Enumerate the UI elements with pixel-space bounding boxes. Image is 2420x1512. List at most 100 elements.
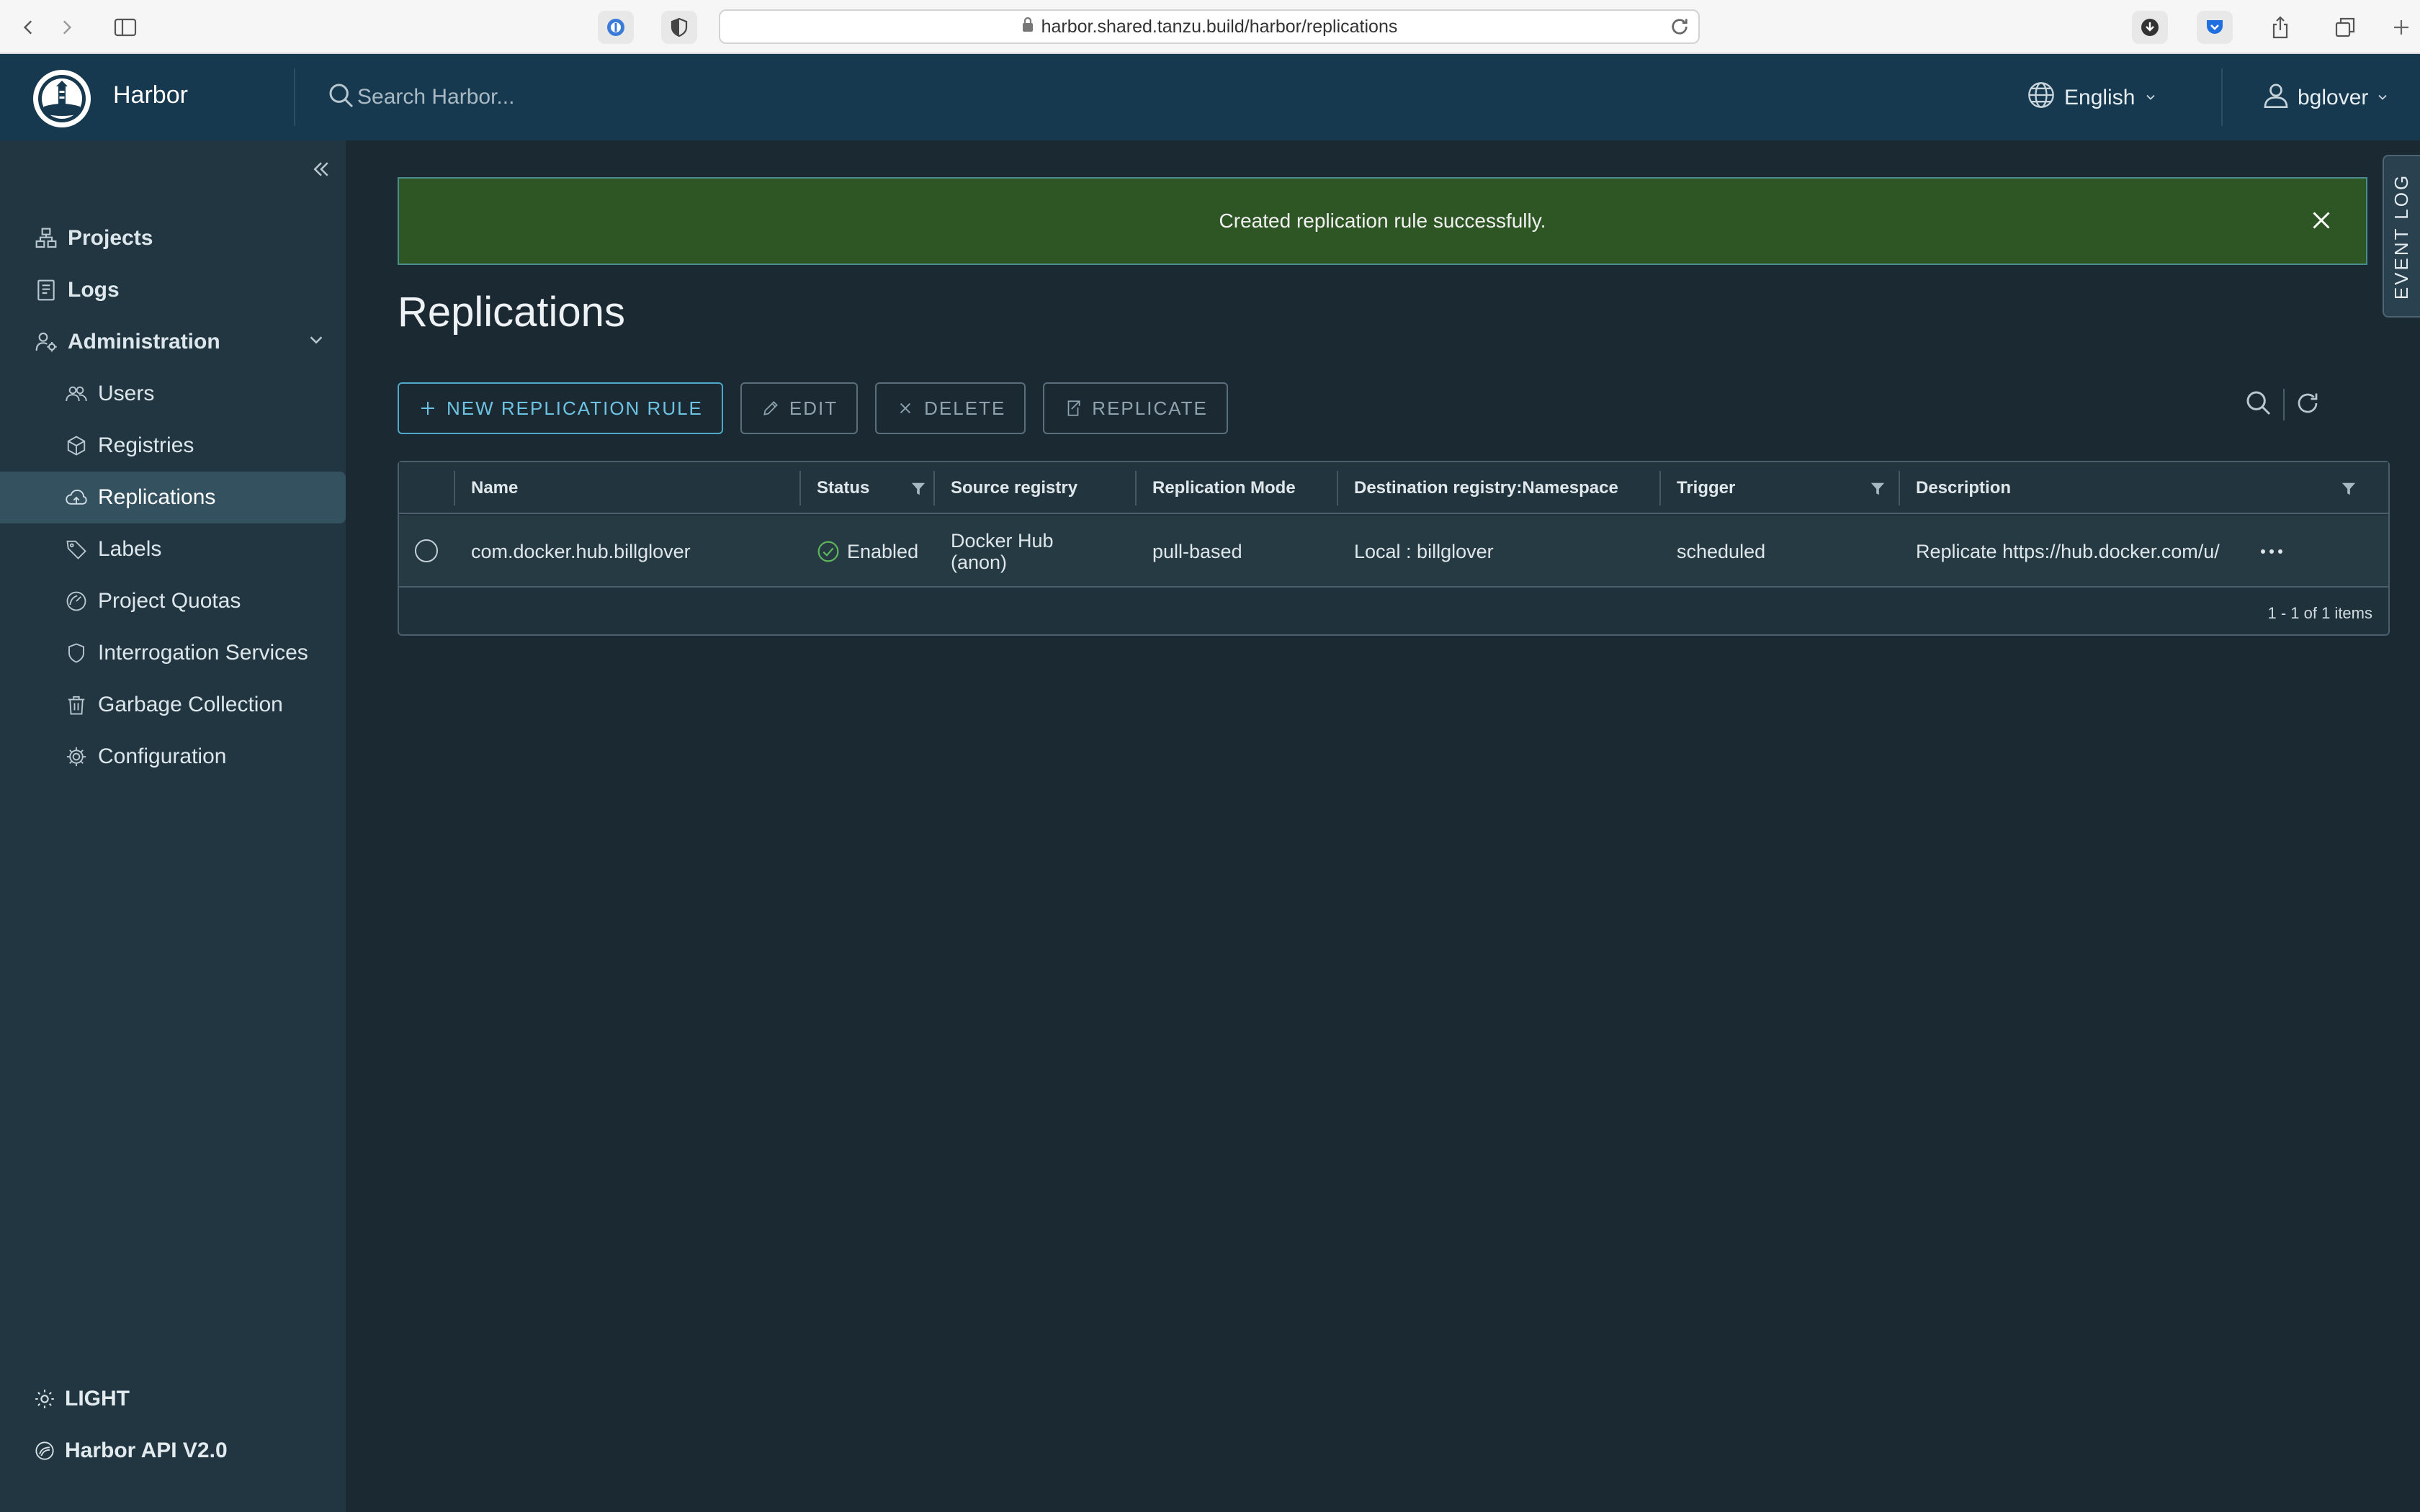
- delete-button[interactable]: DELETE: [875, 382, 1026, 434]
- sidebar-item-interrogation-services[interactable]: Interrogation Services: [0, 627, 346, 679]
- main-content: Created replication rule successfully. E…: [346, 140, 2420, 1512]
- sidebar-toggle-icon[interactable]: [111, 13, 140, 42]
- privacy-shield-icon[interactable]: [661, 11, 697, 44]
- sidebar-item-label: Garbage Collection: [98, 693, 283, 716]
- share-icon[interactable]: [2266, 13, 2295, 42]
- logs-icon: [33, 277, 59, 303]
- edit-button[interactable]: EDIT: [740, 382, 859, 434]
- sidebar-item-users[interactable]: Users: [0, 368, 346, 420]
- cell-description: Replicate https://hub.docker.com/u/: [1916, 540, 2220, 562]
- refresh-icon[interactable]: [2295, 390, 2321, 420]
- row-select-radio[interactable]: [415, 539, 438, 562]
- tabs-overview-icon[interactable]: [2331, 13, 2360, 42]
- api-label: Harbor API V2.0: [65, 1439, 228, 1462]
- page-title: Replications: [398, 289, 625, 336]
- replications-table: Name Status Source registry Replication …: [398, 461, 2390, 636]
- forward-icon[interactable]: [52, 13, 81, 42]
- new-tab-icon[interactable]: [2387, 13, 2416, 42]
- search-icon[interactable]: [2244, 389, 2273, 421]
- search-input[interactable]: [357, 80, 861, 114]
- theme-toggle[interactable]: LIGHT: [0, 1377, 346, 1421]
- sidebar-item-label: Replications: [98, 485, 216, 509]
- close-icon[interactable]: [2308, 207, 2337, 236]
- brand-name[interactable]: Harbor: [113, 81, 188, 109]
- lock-icon: [1021, 17, 1034, 37]
- password-manager-icon[interactable]: [598, 11, 634, 44]
- collapse-sidebar-icon[interactable]: [307, 155, 336, 184]
- export-icon: [1063, 398, 1083, 418]
- search-icon[interactable]: [327, 81, 359, 113]
- sidebar-item-label: Project Quotas: [98, 589, 241, 613]
- chevron-down-icon: [2375, 86, 2390, 110]
- sidebar-item-projects[interactable]: Projects: [0, 212, 346, 264]
- sidebar-item-configuration[interactable]: Configuration: [0, 731, 346, 783]
- sidebar-item-project-quotas[interactable]: Project Quotas: [0, 575, 346, 627]
- reload-icon[interactable]: [1668, 15, 1691, 43]
- url-text: harbor.shared.tanzu.build/harbor/replica…: [1041, 16, 1398, 37]
- sidebar-item-label: Logs: [68, 278, 120, 302]
- button-label: EDIT: [789, 397, 838, 419]
- sidebar-item-label: Users: [98, 382, 155, 405]
- sidebar-item-label: Registries: [98, 433, 194, 457]
- user-icon: [2262, 81, 2290, 115]
- event-log-tab[interactable]: EVENT LOG: [2383, 155, 2420, 318]
- chevron-down-icon[interactable]: [305, 329, 331, 355]
- cell-trigger: scheduled: [1677, 540, 1766, 562]
- cell-destination: Local : billglover: [1354, 540, 1494, 562]
- column-header-name[interactable]: Name: [471, 462, 518, 514]
- language-selector[interactable]: English: [2027, 81, 2158, 114]
- replications-icon: [63, 485, 89, 510]
- table-row[interactable]: com.docker.hub.billglover Enabled Docker…: [399, 516, 2388, 588]
- table-header: Name Status Source registry Replication …: [399, 462, 2388, 514]
- filter-icon[interactable]: [2341, 481, 2357, 497]
- close-icon: [895, 398, 915, 418]
- button-label: NEW REPLICATION RULE: [447, 397, 703, 419]
- button-label: DELETE: [924, 397, 1006, 419]
- column-separator: [1135, 471, 1137, 505]
- projects-icon: [33, 225, 59, 251]
- sidebar-item-labels[interactable]: Labels: [0, 523, 346, 575]
- sidebar-item-logs[interactable]: Logs: [0, 264, 346, 316]
- sidebar-item-label: Projects: [68, 226, 153, 250]
- harbor-logo-icon[interactable]: [33, 70, 91, 127]
- column-header-source-registry[interactable]: Source registry: [951, 462, 1077, 514]
- sidebar: Projects Logs Administration Users Regis…: [0, 140, 346, 1512]
- sidebar-item-label: Administration: [68, 330, 220, 354]
- column-header-replication-mode[interactable]: Replication Mode: [1152, 462, 1296, 514]
- toolbar-divider: [2283, 389, 2285, 420]
- sidebar-item-label: Configuration: [98, 744, 227, 768]
- sidebar-item-garbage-collection[interactable]: Garbage Collection: [0, 679, 346, 731]
- harbor-api-link[interactable]: Harbor API V2.0: [0, 1429, 346, 1472]
- pencil-icon: [761, 398, 781, 418]
- cell-source-registry: Docker Hub (anon): [951, 530, 1054, 573]
- address-bar[interactable]: harbor.shared.tanzu.build/harbor/replica…: [719, 9, 1700, 44]
- status-label: Enabled: [847, 540, 919, 562]
- column-header-destination[interactable]: Destination registry:Namespace: [1354, 462, 1618, 514]
- quotas-icon: [63, 588, 89, 614]
- new-replication-rule-button[interactable]: NEW REPLICATION RULE: [398, 382, 723, 434]
- cell-replication-mode: pull-based: [1152, 540, 1242, 562]
- sidebar-item-registries[interactable]: Registries: [0, 420, 346, 472]
- labels-icon: [63, 536, 89, 562]
- back-icon[interactable]: [14, 13, 43, 42]
- globe-icon: [2027, 81, 2056, 115]
- more-options-icon[interactable]: [2257, 541, 2286, 562]
- column-header-trigger[interactable]: Trigger: [1677, 462, 1735, 514]
- pocket-icon[interactable]: [2197, 11, 2233, 44]
- filter-icon[interactable]: [1870, 481, 1886, 497]
- trash-icon: [63, 692, 89, 718]
- header-divider: [2221, 68, 2223, 126]
- column-header-description[interactable]: Description: [1916, 462, 2011, 514]
- cell-status: Enabled: [817, 516, 918, 588]
- filter-icon[interactable]: [910, 481, 926, 497]
- replicate-button[interactable]: REPLICATE: [1043, 382, 1228, 434]
- downloads-icon[interactable]: [2132, 11, 2168, 44]
- column-header-status[interactable]: Status: [817, 462, 869, 514]
- sidebar-item-replications[interactable]: Replications: [0, 472, 346, 523]
- language-label: English: [2064, 86, 2136, 109]
- browser-toolbar: harbor.shared.tanzu.build/harbor/replica…: [0, 0, 2420, 54]
- user-menu[interactable]: bglover: [2262, 81, 2390, 114]
- sidebar-item-administration[interactable]: Administration: [0, 316, 346, 368]
- sidebar-item-label: Interrogation Services: [98, 641, 308, 665]
- registries-icon: [63, 433, 89, 459]
